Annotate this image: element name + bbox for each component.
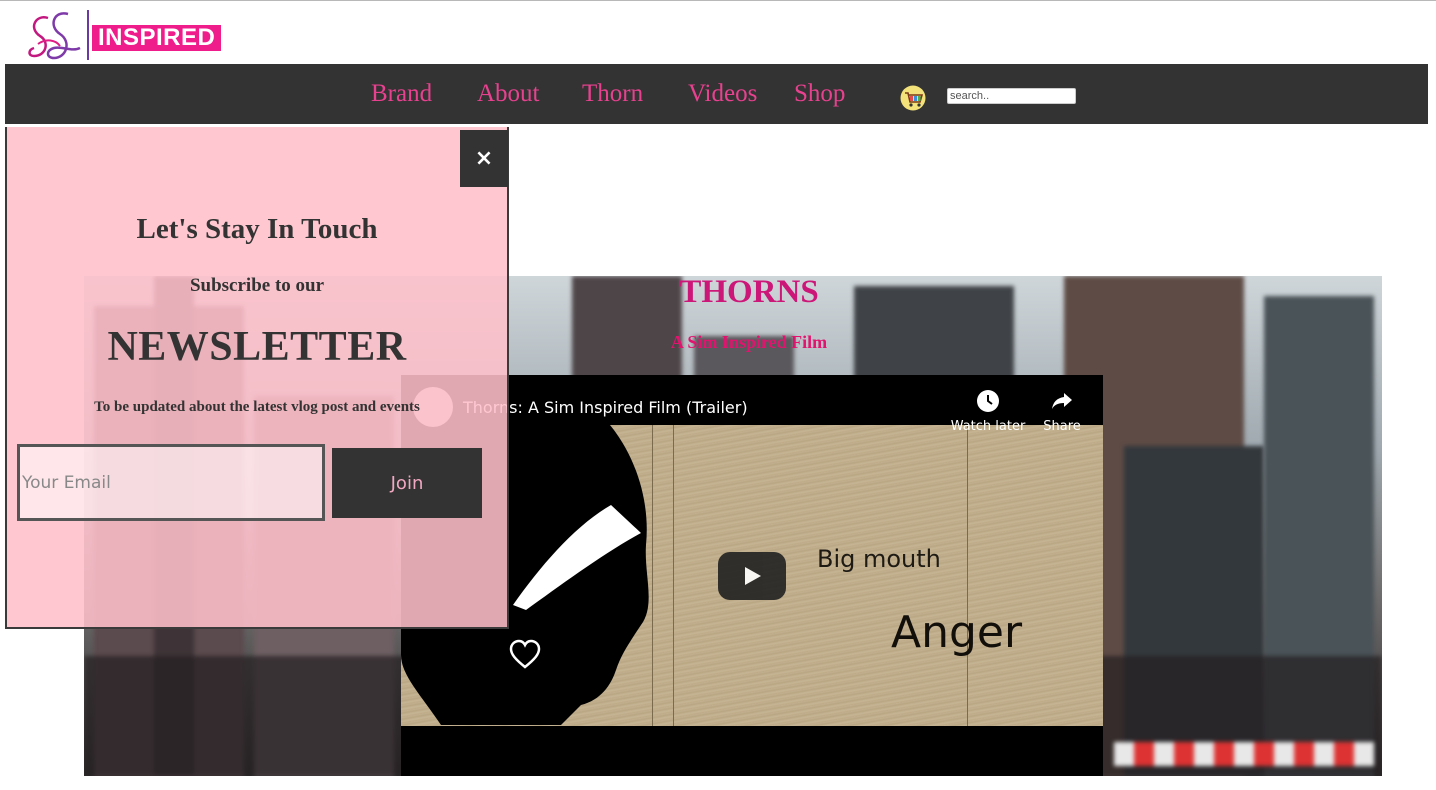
nav-about[interactable]: About xyxy=(477,79,540,109)
logo-wordmark: INSPIRED xyxy=(92,25,222,51)
share-icon xyxy=(1052,393,1072,409)
site-logo[interactable]: INSPIRED xyxy=(26,8,236,64)
play-button[interactable] xyxy=(718,552,786,600)
watch-later-button[interactable]: Watch later xyxy=(950,389,1026,434)
popup-subheading: Subscribe to our xyxy=(189,275,325,296)
ss-monogram-icon xyxy=(28,12,81,60)
search-input[interactable] xyxy=(947,88,1076,104)
video-caption-anger: Anger xyxy=(891,607,1023,658)
nav-thorn[interactable]: Thorn xyxy=(582,79,643,109)
nav-shop[interactable]: Shop xyxy=(794,79,845,109)
popup-heading: Let's Stay In Touch xyxy=(136,213,378,245)
clock-icon xyxy=(977,390,999,412)
nav-videos[interactable]: Videos xyxy=(688,79,757,109)
main-navbar: Brand About Thorn Videos Shop xyxy=(5,64,1428,124)
email-input[interactable] xyxy=(17,444,325,521)
shopping-cart-icon[interactable] xyxy=(900,85,926,111)
video-caption-big-mouth: Big mouth xyxy=(817,545,941,573)
top-border xyxy=(0,0,1436,1)
nav-brand[interactable]: Brand xyxy=(371,79,432,109)
watch-later-label: Watch later xyxy=(950,419,1026,434)
heart-icon xyxy=(509,639,541,669)
close-button[interactable]: × xyxy=(460,130,508,187)
popup-description: To be updated about the latest vlog post… xyxy=(94,399,420,415)
share-button[interactable]: Share xyxy=(1024,389,1100,434)
share-label: Share xyxy=(1043,419,1081,434)
newsletter-popup: × Let's Stay In Touch Subscribe to our N… xyxy=(5,127,509,629)
join-button[interactable]: Join xyxy=(332,448,482,518)
logo-divider xyxy=(87,10,89,60)
popup-newsletter-title: NEWSLETTER xyxy=(107,324,407,370)
